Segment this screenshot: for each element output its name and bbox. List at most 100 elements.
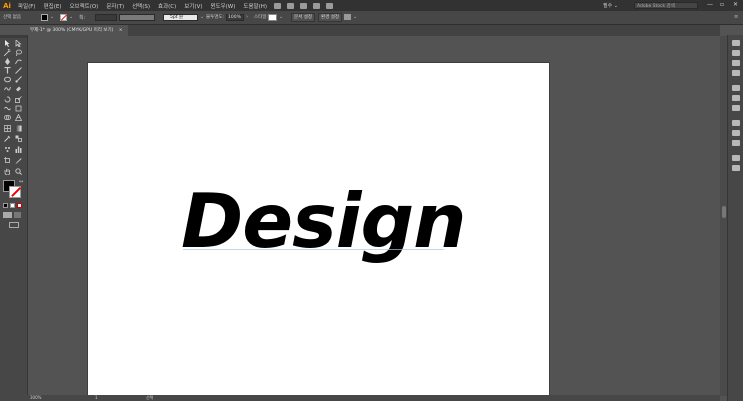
- artwork-text-design[interactable]: Design: [181, 184, 467, 259]
- shaper-tool-icon[interactable]: [4, 85, 11, 92]
- brush-dropdown-icon[interactable]: ⌄: [200, 14, 204, 20]
- direct-selection-tool-icon[interactable]: [15, 40, 22, 47]
- shape-builder-tool-icon[interactable]: [4, 114, 11, 121]
- eraser-tool-icon[interactable]: [15, 85, 22, 92]
- scale-tool-icon[interactable]: [15, 96, 22, 103]
- app-logo: Ai: [3, 1, 11, 10]
- close-window-button[interactable]: ✕: [733, 1, 738, 8]
- control-bar: 선택 없음 ⌄ ⌄ 획: 5pt 원 ⌄ 불투명도: 100% › 스타일: ⌄…: [0, 11, 743, 25]
- none-mode-swatch[interactable]: [17, 203, 22, 208]
- menu-view[interactable]: 보기(V): [180, 2, 206, 10]
- ellipse-tool-icon[interactable]: [4, 76, 11, 83]
- paintbrush-tool-icon[interactable]: [15, 76, 22, 83]
- selection-tool-icon[interactable]: [4, 40, 11, 47]
- eyedropper-tool-icon[interactable]: [4, 135, 11, 142]
- brush-definition-field[interactable]: 5pt 원: [163, 14, 198, 21]
- minimize-button[interactable]: —: [707, 1, 713, 8]
- layers-panel-icon[interactable]: [732, 140, 740, 146]
- opacity-dropdown-icon[interactable]: ›: [246, 14, 248, 20]
- menu-window[interactable]: 윈도우(W): [206, 2, 239, 10]
- hand-tool-icon[interactable]: [4, 168, 11, 175]
- gradient-mode-swatch[interactable]: [10, 203, 15, 208]
- zoom-level[interactable]: 300%: [30, 395, 41, 400]
- variable-width-profile[interactable]: [119, 14, 155, 21]
- control-panel-menu-icon[interactable]: ≡: [734, 14, 738, 20]
- line-tool-icon[interactable]: [15, 67, 22, 74]
- blend-tool-icon[interactable]: [15, 135, 22, 142]
- menu-edit[interactable]: 편집(E): [40, 2, 66, 10]
- swap-fill-stroke-icon[interactable]: ↔: [19, 179, 23, 185]
- magic-wand-tool-icon[interactable]: [4, 49, 11, 56]
- fill-color-swatch[interactable]: [41, 14, 48, 21]
- opacity-field[interactable]: 100%: [226, 14, 244, 21]
- color-mode-swatch[interactable]: [3, 203, 8, 208]
- artboard-navigator[interactable]: 1: [95, 395, 98, 400]
- warp-tool-icon[interactable]: [4, 105, 11, 112]
- lasso-tool-icon[interactable]: [15, 49, 22, 56]
- stroke-label[interactable]: 획:: [79, 14, 85, 21]
- preferences-button[interactable]: 환경 설정: [318, 13, 342, 22]
- status-bar: [27, 395, 720, 401]
- screen-mode-icon[interactable]: [9, 222, 19, 228]
- swatches-panel-icon[interactable]: [732, 50, 740, 56]
- artboard-tool-icon[interactable]: [4, 157, 11, 164]
- draw-inside-icon[interactable]: [14, 212, 21, 218]
- arrange-dropdown-icon[interactable]: ⌄: [353, 14, 357, 20]
- menu-help[interactable]: 도움말(H): [239, 2, 271, 10]
- artboards-panel-icon[interactable]: [732, 155, 740, 161]
- gradient-tool-icon[interactable]: [15, 125, 22, 132]
- transparency-panel-icon[interactable]: [732, 105, 740, 111]
- color-panel-icon[interactable]: [732, 40, 740, 46]
- style-dropdown-icon[interactable]: ⌄: [279, 14, 283, 20]
- symbols-panel-icon[interactable]: [732, 70, 740, 76]
- graphic-styles-panel-icon[interactable]: [732, 130, 740, 136]
- column-graph-tool-icon[interactable]: [15, 146, 22, 153]
- stroke-color-box[interactable]: [9, 186, 21, 198]
- stroke-color-swatch[interactable]: [60, 14, 67, 21]
- symbol-sprayer-tool-icon[interactable]: [4, 146, 11, 153]
- brushes-panel-icon[interactable]: [732, 60, 740, 66]
- document-tab-bar: [26, 25, 720, 36]
- arrange-icon[interactable]: [344, 14, 351, 20]
- stock-search-input[interactable]: Adobe Stock 검색: [634, 2, 698, 9]
- curvature-tool-icon[interactable]: [15, 58, 22, 65]
- gradient-panel-icon[interactable]: [732, 95, 740, 101]
- text-baseline-guide: [183, 249, 444, 250]
- gpu-performance-icon[interactable]: [313, 2, 321, 9]
- document-tab-title: 무제-1* @ 300% (CMYK/GPU 미리 보기): [30, 28, 114, 33]
- rotate-tool-icon[interactable]: [4, 96, 11, 103]
- close-tab-button[interactable]: ×: [119, 28, 123, 33]
- stroke-panel-icon[interactable]: [732, 85, 740, 91]
- document-setup-button[interactable]: 문서 설정: [291, 13, 315, 22]
- arrange-documents-icon[interactable]: [300, 2, 308, 9]
- menu-object[interactable]: 오브젝트(O): [65, 2, 102, 10]
- menu-file[interactable]: 파일(F): [14, 2, 40, 10]
- menu-select[interactable]: 선택(S): [128, 2, 154, 10]
- free-transform-tool-icon[interactable]: [15, 105, 22, 112]
- fill-dropdown-icon[interactable]: ⌄: [50, 14, 54, 20]
- maximize-button[interactable]: ▫: [720, 1, 724, 8]
- perspective-grid-tool-icon[interactable]: [15, 114, 22, 121]
- stroke-weight-field[interactable]: [95, 14, 117, 21]
- workspace-switcher[interactable]: 필수 ⌄: [603, 2, 618, 9]
- draw-mode-icon[interactable]: [3, 212, 12, 218]
- graphic-style-swatch[interactable]: [268, 14, 277, 21]
- slice-tool-icon[interactable]: [15, 157, 22, 164]
- send-icon[interactable]: [326, 2, 334, 9]
- pen-tool-icon[interactable]: [4, 58, 11, 65]
- status-tool-name[interactable]: 선택: [146, 395, 153, 401]
- menu-type[interactable]: 문자(T): [102, 2, 128, 10]
- vertical-scrollbar-thumb[interactable]: [722, 206, 726, 218]
- opacity-label[interactable]: 불투명도:: [206, 14, 224, 20]
- asset-export-panel-icon[interactable]: [732, 165, 740, 171]
- type-tool-icon[interactable]: [4, 67, 11, 74]
- mesh-tool-icon[interactable]: [4, 125, 11, 132]
- zoom-tool-icon[interactable]: [15, 168, 22, 175]
- menu-effect[interactable]: 효과(C): [154, 2, 180, 10]
- document-tab[interactable]: 무제-1* @ 300% (CMYK/GPU 미리 보기) ×: [26, 25, 128, 36]
- stroke-dropdown-icon[interactable]: ⌄: [69, 14, 73, 20]
- appearance-panel-icon[interactable]: [732, 120, 740, 126]
- bridge-icon[interactable]: [274, 2, 282, 9]
- stock-icon[interactable]: [287, 2, 295, 9]
- tools-panel-grip[interactable]: [0, 35, 27, 38]
